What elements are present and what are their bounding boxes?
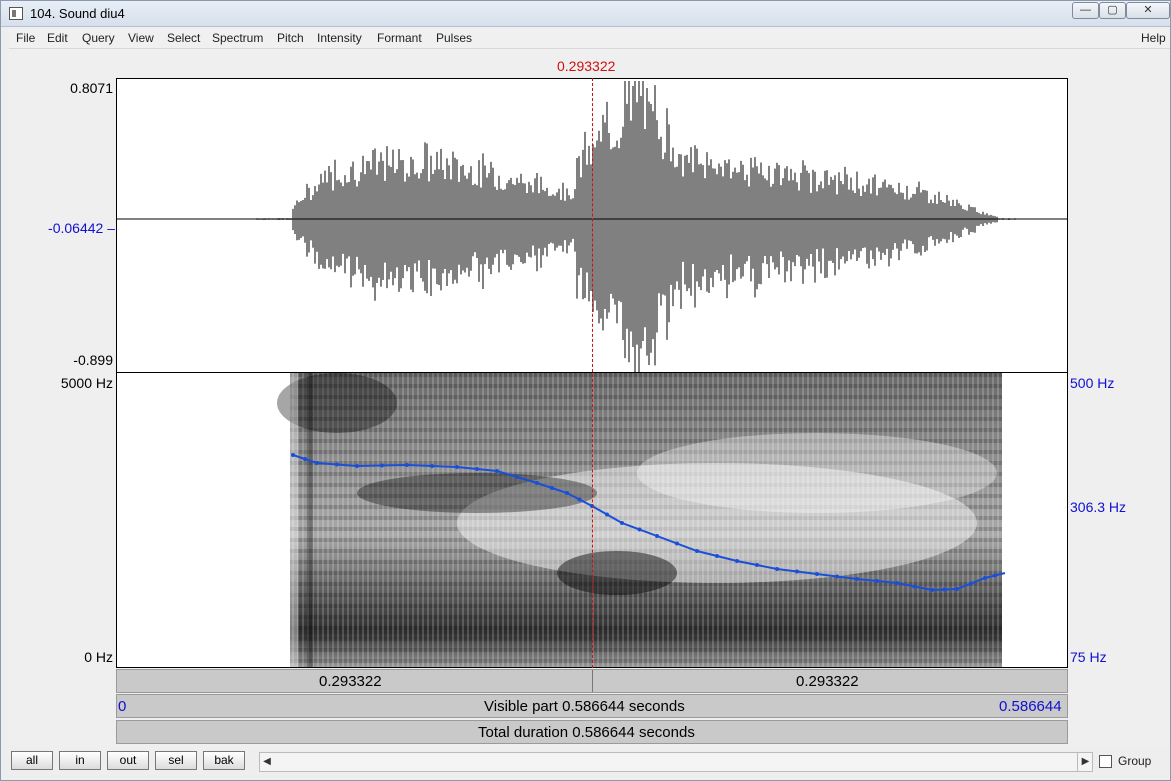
- menu-intensity[interactable]: Intensity: [317, 31, 362, 45]
- visible-start-time: 0: [118, 698, 127, 715]
- spectrogram-bottom-freq-label: 0 Hz: [84, 649, 113, 665]
- segment-divider: [592, 670, 593, 692]
- maximize-button[interactable]: ▢: [1099, 2, 1126, 19]
- visible-end-time: 0.586644: [999, 698, 1062, 715]
- menu-edit[interactable]: Edit: [47, 31, 68, 45]
- time-scrollbar[interactable]: [259, 752, 1093, 772]
- visible-part-bar[interactable]: 0 Visible part 0.586644 seconds 0.586644: [116, 694, 1068, 718]
- menu-spectrum[interactable]: Spectrum: [212, 31, 263, 45]
- window-title: 104. Sound diu4: [30, 6, 125, 21]
- menu-pulses[interactable]: Pulses: [436, 31, 472, 45]
- waveform-cursor-value-label: -0.06442 –: [48, 220, 115, 236]
- menu-select[interactable]: Select: [167, 31, 200, 45]
- zoom-out-button[interactable]: out: [107, 751, 149, 770]
- total-duration-text: Total duration 0.586644 seconds: [478, 724, 695, 741]
- zoom-selection-button[interactable]: sel: [155, 751, 197, 770]
- pitch-top-label: 500 Hz: [1070, 375, 1115, 391]
- menu-help[interactable]: Help: [1141, 31, 1166, 45]
- pitch-cursor-label: 306.3 Hz: [1070, 499, 1127, 515]
- group-label: Group: [1118, 754, 1152, 768]
- total-duration-bar[interactable]: Total duration 0.586644 seconds: [116, 720, 1068, 744]
- menu-bar: File Edit Query View Select Spectrum Pit…: [9, 28, 1170, 49]
- spectrogram-top-freq-label: 5000 Hz: [60, 375, 113, 391]
- waveform-min-label: -0.899: [73, 352, 113, 368]
- minimize-button[interactable]: —: [1072, 2, 1099, 19]
- menu-query[interactable]: Query: [82, 31, 115, 45]
- menu-view[interactable]: View: [128, 31, 154, 45]
- waveform-max-label: 0.8071: [70, 80, 113, 96]
- zoom-in-button[interactable]: in: [59, 751, 101, 770]
- zoom-all-button[interactable]: all: [11, 751, 53, 770]
- cursor-time-label: 0.293322: [557, 58, 616, 74]
- group-checkbox[interactable]: [1099, 755, 1112, 768]
- bottom-toolbar: all in out sel bak ◀ ▶ Group: [9, 747, 1170, 777]
- scroll-right-arrow-icon[interactable]: ▶: [1077, 752, 1093, 772]
- close-button[interactable]: ✕: [1126, 2, 1170, 19]
- zoom-back-button[interactable]: bak: [203, 751, 245, 770]
- cursor-line: [592, 78, 593, 668]
- window-app-icon: [9, 7, 23, 20]
- left-segment-duration: 0.293322: [319, 673, 382, 690]
- menu-formant[interactable]: Formant: [377, 31, 422, 45]
- title-bar: 104. Sound diu4 — ▢ ✕: [1, 1, 1170, 27]
- menu-pitch[interactable]: Pitch: [277, 31, 304, 45]
- menu-file[interactable]: File: [16, 31, 35, 45]
- praat-sound-window: 104. Sound diu4 — ▢ ✕ File Edit Query Vi…: [0, 0, 1171, 781]
- scroll-left-arrow-icon[interactable]: ◀: [259, 752, 275, 772]
- right-segment-duration: 0.293322: [796, 673, 859, 690]
- visible-part-text: Visible part 0.586644 seconds: [484, 698, 685, 715]
- selection-time-bar[interactable]: 0.293322 0.293322: [116, 669, 1068, 693]
- pitch-bottom-label: 75 Hz: [1070, 649, 1107, 665]
